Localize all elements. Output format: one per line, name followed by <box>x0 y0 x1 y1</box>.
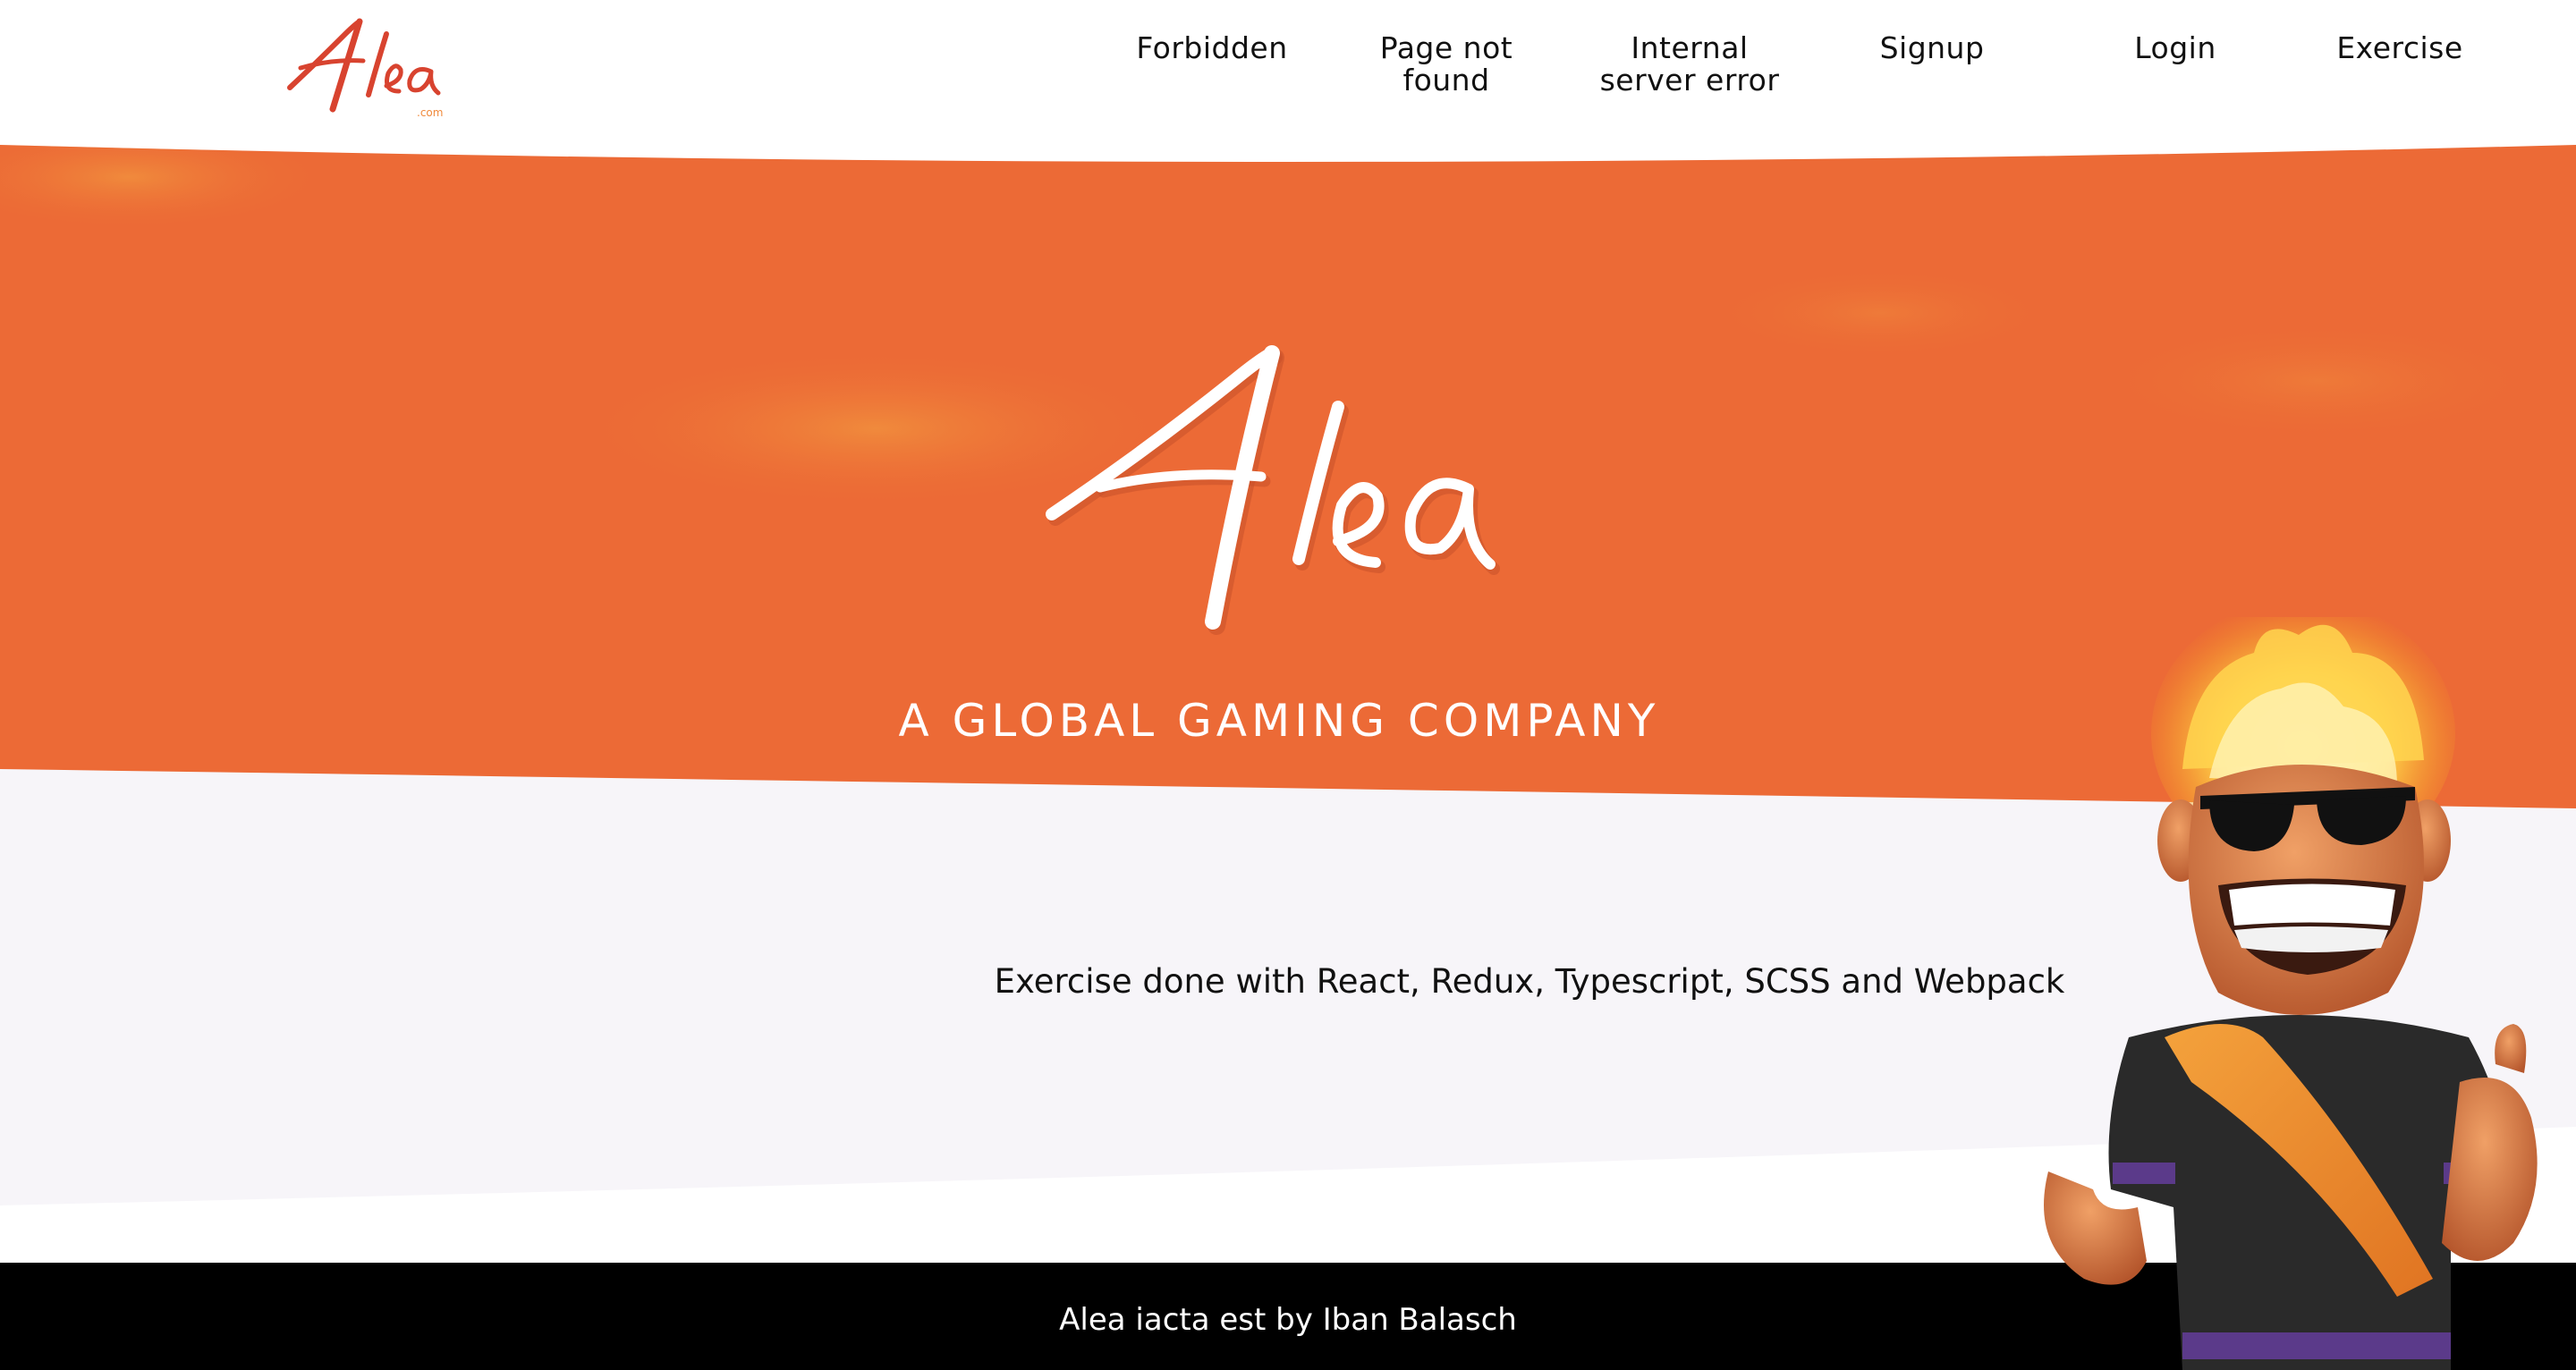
nav-item-internal-server-error[interactable]: Internal server error <box>1587 32 1792 97</box>
hero-tagline: A GLOBAL GAMING COMPANY <box>898 695 1660 747</box>
exercise-description: Exercise done with React, Redux, Typescr… <box>994 962 2065 1001</box>
mascot-character-icon <box>2030 617 2567 1370</box>
nav-item-login[interactable]: Login <box>2072 32 2278 64</box>
svg-text:.com: .com <box>417 106 443 119</box>
page: .com Forbidden Page not found Internal s… <box>0 0 2576 1370</box>
main-nav: Forbidden Page not found Internal server… <box>1109 32 2558 113</box>
alea-logo-icon[interactable]: .com <box>281 9 451 121</box>
alea-hero-logo-icon <box>1038 344 1512 648</box>
nav-item-exercise[interactable]: Exercise <box>2297 32 2503 64</box>
site-header: .com Forbidden Page not found Internal s… <box>0 0 2576 143</box>
nav-item-signup[interactable]: Signup <box>1829 32 2035 64</box>
nav-item-page-not-found[interactable]: Page not found <box>1343 32 1549 97</box>
nav-item-forbidden[interactable]: Forbidden <box>1109 32 1315 64</box>
